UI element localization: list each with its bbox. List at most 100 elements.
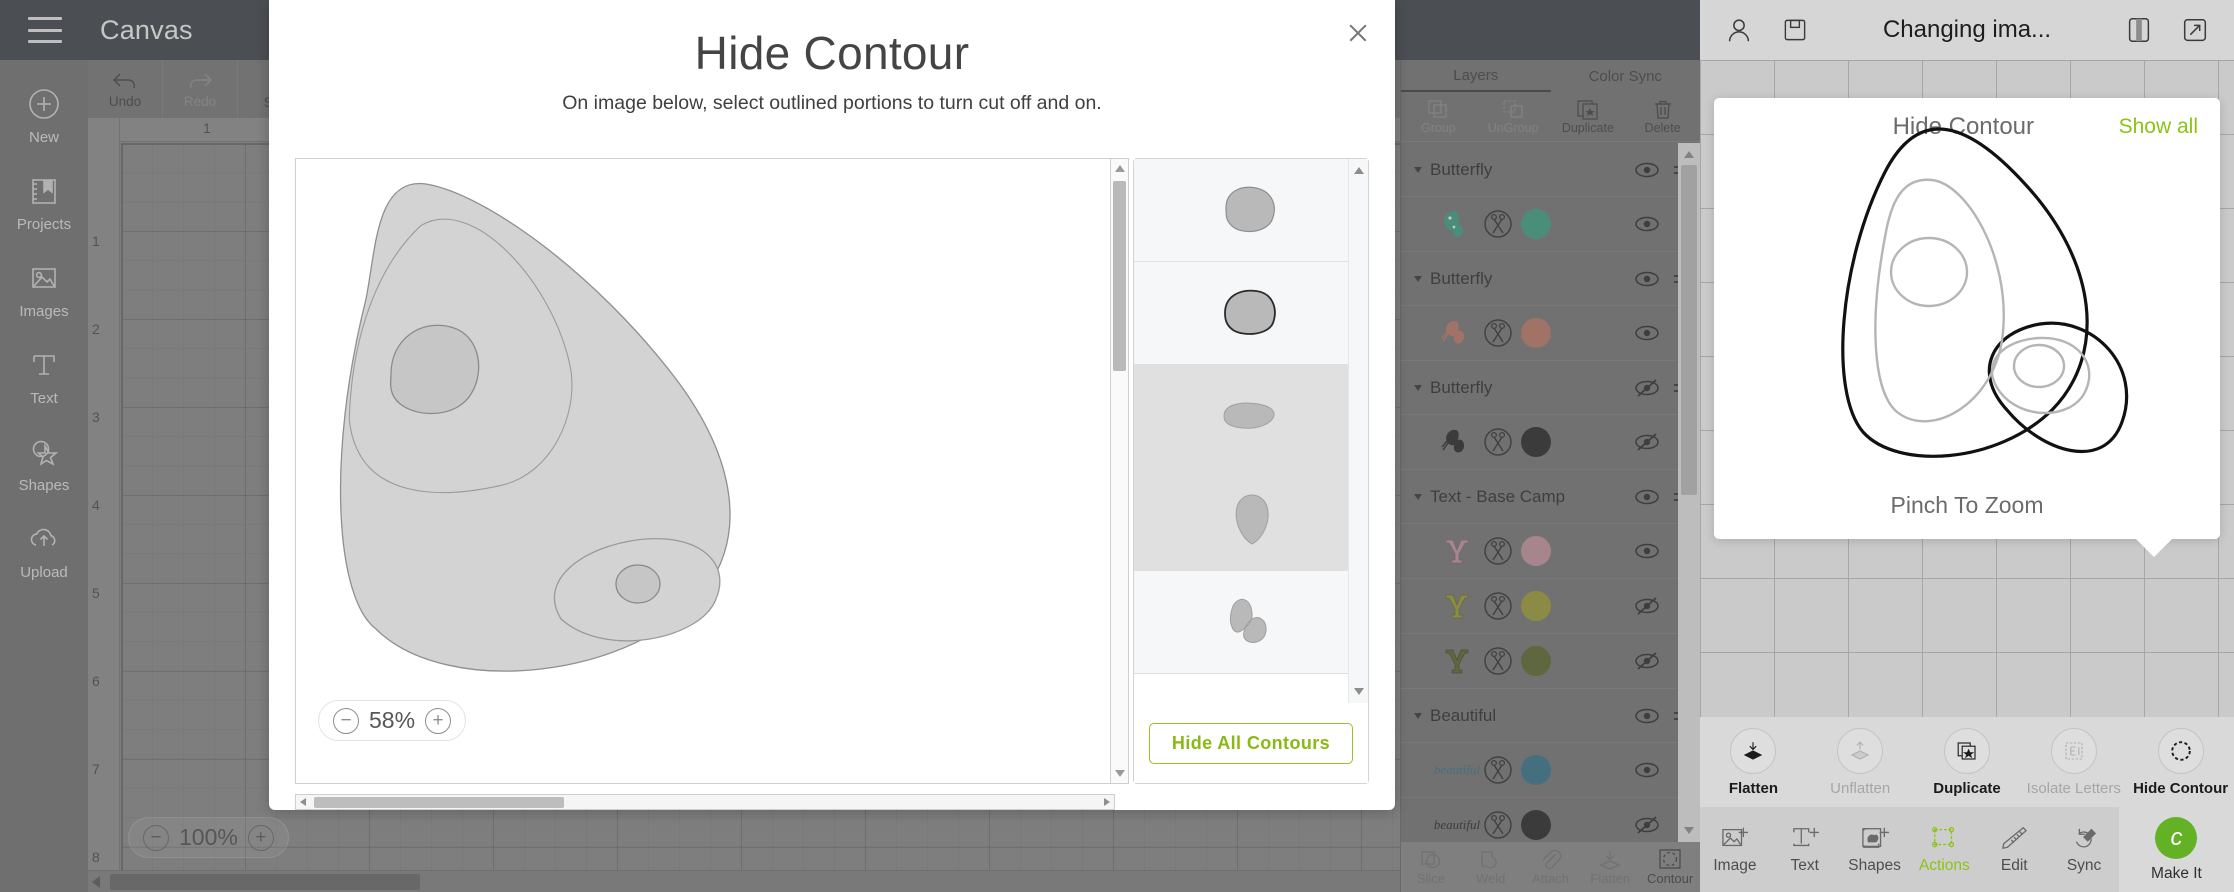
eye-icon[interactable] xyxy=(1628,708,1666,724)
eye-off-icon[interactable] xyxy=(1628,433,1666,451)
table-row[interactable]: beautiful xyxy=(1401,798,1700,842)
eye-icon[interactable] xyxy=(1628,162,1666,178)
eye-off-icon[interactable] xyxy=(1628,816,1666,834)
table-row[interactable] xyxy=(1401,524,1700,579)
table-row[interactable]: beautiful xyxy=(1401,743,1700,798)
contour-thumbnail-item[interactable] xyxy=(1134,468,1368,571)
color-swatch[interactable] xyxy=(1521,810,1551,840)
mobile-canvas[interactable]: Hide Contour Show all Pinch To Zoom xyxy=(1700,60,2234,717)
chevron-down-icon[interactable] xyxy=(1414,493,1422,500)
eye-icon[interactable] xyxy=(1628,325,1666,341)
contour-preview-canvas[interactable]: − 58% + xyxy=(295,158,1111,784)
scrollbar-thumb[interactable] xyxy=(1681,165,1697,495)
color-swatch[interactable] xyxy=(1521,755,1551,785)
sidebar-item-shapes[interactable]: Shapes xyxy=(0,420,88,507)
preview-zoom-control[interactable]: − 58% + xyxy=(318,700,467,741)
sidebar-item-projects[interactable]: Projects xyxy=(0,159,88,246)
color-swatch[interactable] xyxy=(1521,318,1551,348)
color-swatch[interactable] xyxy=(1521,536,1551,566)
contour-thumbnail-list[interactable] xyxy=(1134,159,1368,703)
scroll-down-arrow-icon[interactable] xyxy=(1115,770,1125,777)
expand-arrows-icon[interactable] xyxy=(2174,9,2216,51)
mobile-tab-text[interactable]: Text xyxy=(1770,825,1840,875)
contour-list-scrollbar[interactable] xyxy=(1348,159,1368,703)
eye-icon[interactable] xyxy=(1628,762,1666,778)
mobile-isolate-letters-button[interactable]: Isolate Letters xyxy=(2020,727,2127,797)
mobile-tab-shapes[interactable]: Shapes xyxy=(1840,825,1910,875)
account-person-icon[interactable] xyxy=(1718,9,1760,51)
mobile-tab-actions[interactable]: Actions xyxy=(1909,825,1979,875)
scrollbar-thumb[interactable] xyxy=(314,797,564,808)
mobile-hide-contour-button[interactable]: Hide Contour xyxy=(2127,727,2234,797)
tab-layers[interactable]: Layers xyxy=(1401,60,1551,92)
layer-group-row[interactable]: Butterfly xyxy=(1401,252,1700,306)
group-button[interactable]: Group xyxy=(1401,98,1476,135)
chevron-down-icon[interactable] xyxy=(1414,712,1422,719)
scroll-left-arrow-icon[interactable] xyxy=(300,798,306,806)
eye-icon[interactable] xyxy=(1628,216,1666,232)
scroll-left-arrow-icon[interactable] xyxy=(92,876,100,888)
hamburger-menu-icon[interactable] xyxy=(28,17,62,43)
eye-icon[interactable] xyxy=(1628,543,1666,559)
table-row[interactable] xyxy=(1401,415,1700,470)
mobile-duplicate-button[interactable]: Duplicate xyxy=(1914,727,2021,797)
scroll-up-arrow-icon[interactable] xyxy=(1115,165,1125,172)
eye-off-icon[interactable] xyxy=(1628,652,1666,670)
contour-button[interactable]: Contour xyxy=(1640,848,1700,886)
eye-icon[interactable] xyxy=(1628,489,1666,505)
color-swatch[interactable] xyxy=(1521,591,1551,621)
table-row[interactable] xyxy=(1401,579,1700,634)
layer-group-row[interactable]: Beautiful xyxy=(1401,689,1700,743)
sidebar-item-upload[interactable]: Upload xyxy=(0,507,88,594)
chevron-down-icon[interactable] xyxy=(1414,275,1422,282)
canvas-zoom-control[interactable]: − 100% + xyxy=(128,817,289,858)
layer-group-row[interactable]: Butterfly xyxy=(1401,361,1700,415)
preview-vertical-scrollbar[interactable] xyxy=(1111,158,1129,784)
sidebar-item-new[interactable]: New xyxy=(0,72,88,159)
eye-icon[interactable] xyxy=(1628,271,1666,287)
butterfly-preview-artwork[interactable] xyxy=(306,159,756,739)
weld-button[interactable]: Weld xyxy=(1461,848,1521,886)
make-it-button[interactable]: c Make It xyxy=(2118,807,2234,892)
layer-group-row[interactable]: Butterfly xyxy=(1401,143,1700,197)
save-floppy-icon[interactable] xyxy=(1774,9,1816,51)
minus-icon[interactable]: − xyxy=(333,707,359,734)
scrollbar-thumb[interactable] xyxy=(1113,181,1126,371)
ungroup-button[interactable]: UnGroup xyxy=(1476,98,1551,135)
redo-button[interactable]: Redo xyxy=(163,60,238,118)
sidebar-item-text[interactable]: Text xyxy=(0,333,88,420)
scrollbar-thumb[interactable] xyxy=(110,874,420,890)
flatten-button[interactable]: Flatten xyxy=(1580,848,1640,886)
layer-group-row[interactable]: Text - Base Camp xyxy=(1401,470,1700,524)
eye-off-icon[interactable] xyxy=(1628,597,1666,615)
eye-off-icon[interactable] xyxy=(1628,378,1666,397)
slice-button[interactable]: Slice xyxy=(1401,848,1461,886)
color-swatch[interactable] xyxy=(1521,209,1551,239)
minus-icon[interactable]: − xyxy=(143,824,169,851)
chevron-down-icon[interactable] xyxy=(1414,166,1422,173)
hide-all-contours-button[interactable]: Hide All Contours xyxy=(1148,722,1354,764)
mobile-flatten-button[interactable]: Flatten xyxy=(1700,727,1807,797)
mobile-tab-sync[interactable]: Sync xyxy=(2049,825,2119,875)
table-row[interactable] xyxy=(1401,197,1700,252)
mobile-tab-image[interactable]: Image xyxy=(1700,825,1770,875)
mobile-tab-edit[interactable]: Edit xyxy=(1979,825,2049,875)
contour-thumbnail-item[interactable] xyxy=(1134,571,1368,674)
plus-icon[interactable]: + xyxy=(247,824,274,851)
contour-thumbnail-item[interactable] xyxy=(1134,365,1368,468)
color-swatch[interactable] xyxy=(1521,646,1551,676)
scroll-right-arrow-icon[interactable] xyxy=(1104,798,1110,806)
scroll-up-arrow-icon[interactable] xyxy=(1684,151,1694,158)
contour-thumbnail-item[interactable] xyxy=(1134,159,1368,262)
mobile-unflatten-button[interactable]: Unflatten xyxy=(1807,727,1914,797)
tab-color-sync[interactable]: Color Sync xyxy=(1551,60,1701,92)
contour-thumbnail-item[interactable] xyxy=(1134,262,1368,365)
butterfly-outline-artwork[interactable] xyxy=(1767,92,2167,532)
plus-icon[interactable]: + xyxy=(425,707,452,734)
layer-list[interactable]: Butterfly Butterfly Butterfly Text - Bas… xyxy=(1401,143,1700,842)
preview-horizontal-scrollbar[interactable] xyxy=(295,794,1115,810)
undo-button[interactable]: Undo xyxy=(88,60,163,118)
duplicate-button[interactable]: Duplicate xyxy=(1551,98,1626,135)
scroll-up-arrow-icon[interactable] xyxy=(1354,167,1364,174)
layers-vertical-scrollbar[interactable] xyxy=(1678,143,1700,842)
